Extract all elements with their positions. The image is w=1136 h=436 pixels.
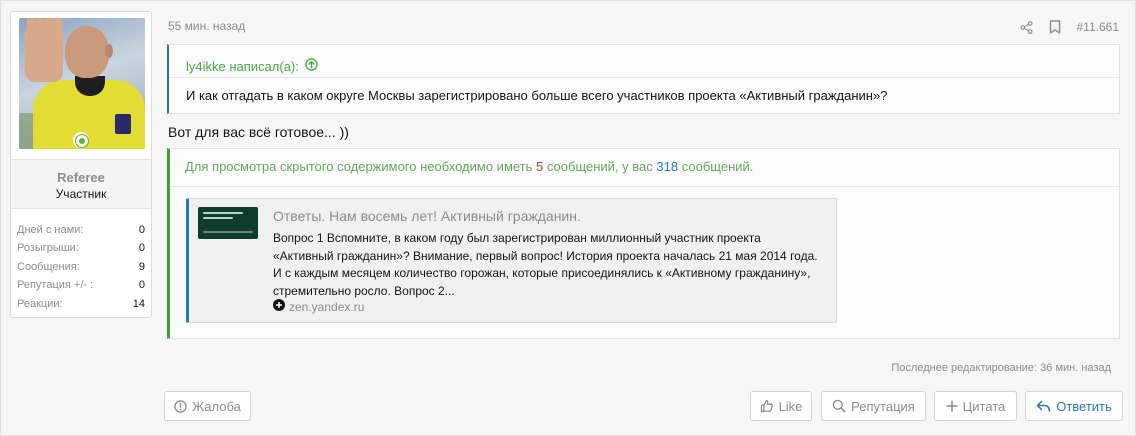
- reply-button[interactable]: Ответить: [1025, 391, 1123, 421]
- forum-post: Referee Участник Дней с нами: 0 Розыгрыш…: [0, 0, 1136, 436]
- quote-author-link[interactable]: ly4ikke написал(а):: [186, 59, 299, 74]
- post-header-actions: #11.661: [1019, 20, 1120, 34]
- stat-row-messages: Сообщения: 9: [17, 258, 145, 276]
- post-number-link[interactable]: #11.661: [1077, 20, 1120, 34]
- stat-label: Дней с нами:: [17, 224, 84, 236]
- stat-value: 0: [138, 224, 145, 236]
- current-count: 318: [656, 159, 679, 174]
- link-preview-card[interactable]: Ответы. Нам восемь лет! Активный граждан…: [186, 198, 837, 323]
- user-stats: Дней с нами: 0 Розыгрыши: 0 Сообщения: 9…: [17, 221, 145, 313]
- avatar[interactable]: [19, 18, 145, 149]
- link-preview-domain: zen.yandex.ru: [289, 299, 365, 314]
- avatar-ear: [105, 44, 113, 58]
- user-title: Участник: [55, 187, 107, 201]
- stat-row-giveaways: Розыгрыши: 0: [17, 239, 145, 257]
- stat-value[interactable]: 14: [133, 295, 145, 313]
- quote-block: ly4ikke написал(а): И как отгадать в как…: [167, 44, 1120, 114]
- plus-icon: [945, 400, 958, 412]
- hidden-notice-text: сообщений, у вас: [546, 159, 653, 174]
- like-button-label: Like: [778, 398, 803, 414]
- hidden-notice-text: Для просмотра скрытого содержимого необх…: [185, 159, 533, 174]
- plus-circle-icon: [273, 299, 285, 314]
- stat-row-reactions: Реакции: 14: [17, 295, 145, 313]
- avatar-finger: [27, 18, 35, 34]
- stat-value[interactable]: 9: [139, 258, 145, 276]
- reply-button-label: Ответить: [1056, 398, 1112, 414]
- reply-icon: [1036, 400, 1051, 413]
- thumbnail-line: [203, 212, 243, 214]
- link-preview-description: Вопрос 1 Вспомните, в каком году был зар…: [273, 231, 818, 298]
- quote-button[interactable]: Цитата: [934, 391, 1017, 421]
- last-edited-note: Последнее редактирование: 36 мин. назад: [891, 362, 1111, 374]
- report-button[interactable]: Жалоба: [164, 391, 251, 421]
- stat-value: 0: [138, 279, 145, 292]
- avatar-finger: [54, 18, 62, 40]
- avatar-badge: [115, 114, 131, 134]
- quote-header: ly4ikke написал(а):: [169, 45, 1119, 78]
- stat-label: Сообщения:: [17, 260, 80, 273]
- stat-label: Репутация +/- :: [17, 279, 94, 292]
- avatar-head: [65, 26, 109, 78]
- thumbnail-line: [203, 217, 233, 219]
- alert-circle-icon: [174, 399, 187, 413]
- stat-label: Реакции:: [17, 297, 63, 310]
- avatar-finger: [36, 18, 44, 30]
- link-preview-title[interactable]: Ответы. Нам восемь лет! Активный граждан…: [273, 208, 581, 224]
- bookmark-icon[interactable]: [1049, 20, 1061, 34]
- hidden-content-notice: Для просмотра скрытого содержимого необх…: [170, 149, 1119, 187]
- thumbnail-line: [203, 231, 253, 233]
- stat-row-reputation: Репутация +/- : 0: [17, 276, 145, 294]
- report-button-label: Жалоба: [192, 398, 241, 414]
- stat-value: 0: [138, 242, 145, 255]
- quote-button-label: Цитата: [962, 398, 1006, 414]
- thumbs-up-icon: [760, 399, 774, 413]
- hidden-notice-text: сообщений.: [681, 159, 754, 174]
- reputation-button[interactable]: Репутация: [821, 391, 926, 421]
- user-name-block: Referee Участник: [11, 159, 151, 209]
- link-preview-source[interactable]: zen.yandex.ru: [273, 299, 364, 314]
- stat-row-days: Дней с нами: 0: [17, 221, 145, 239]
- arrow-up-circle-icon[interactable]: [305, 58, 318, 74]
- post-timestamp[interactable]: 55 мин. назад: [168, 19, 245, 33]
- stat-label: Розыгрыши:: [17, 242, 79, 255]
- post-body-text: Вот для вас всё готовое... )): [168, 124, 349, 140]
- online-status-icon: [73, 132, 89, 148]
- avatar-finger: [45, 18, 53, 32]
- reputation-button-label: Репутация: [851, 398, 915, 414]
- like-button[interactable]: Like: [750, 391, 812, 421]
- user-card: Referee Участник Дней с нами: 0 Розыгрыш…: [10, 11, 152, 318]
- required-count: 5: [536, 159, 544, 174]
- hidden-content-block: Для просмотра скрытого содержимого необх…: [167, 148, 1120, 339]
- search-icon: [832, 399, 846, 413]
- share-icon[interactable]: [1019, 20, 1033, 34]
- username[interactable]: Referee: [11, 170, 151, 185]
- link-preview-thumbnail: [198, 207, 258, 239]
- quote-text: И как отгадать в каком округе Москвы зар…: [186, 88, 888, 103]
